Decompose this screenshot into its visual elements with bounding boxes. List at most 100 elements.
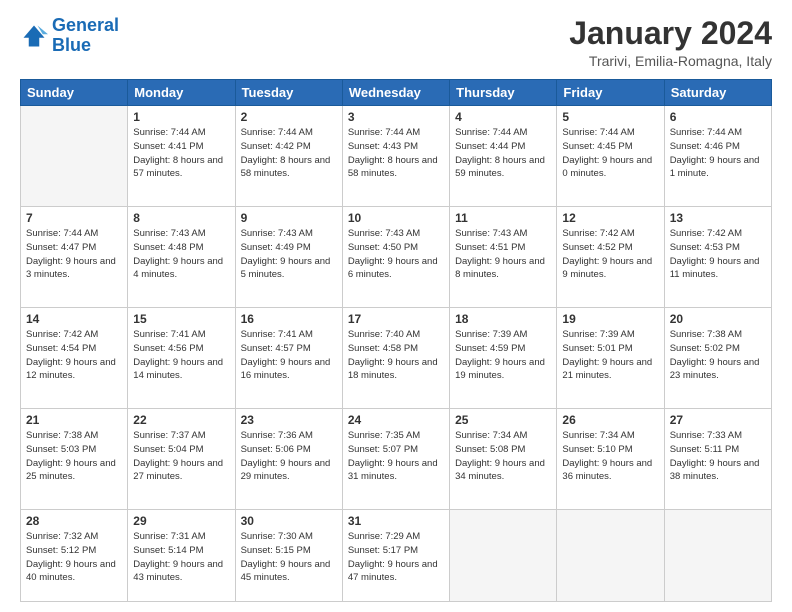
day-number: 15 <box>133 312 229 326</box>
calendar-week-row: 1 Sunrise: 7:44 AMSunset: 4:41 PMDaylight… <box>21 106 772 207</box>
calendar-cell: 17 Sunrise: 7:40 AMSunset: 4:58 PMDayligh… <box>342 308 449 409</box>
day-info: Sunrise: 7:43 AMSunset: 4:51 PMDaylight:… <box>455 227 551 282</box>
day-number: 10 <box>348 211 444 225</box>
day-number: 6 <box>670 110 766 124</box>
day-number: 12 <box>562 211 658 225</box>
calendar-cell <box>664 510 771 602</box>
day-info: Sunrise: 7:40 AMSunset: 4:58 PMDaylight:… <box>348 328 444 383</box>
col-header-tuesday: Tuesday <box>235 80 342 106</box>
logo-general: General <box>52 15 119 35</box>
day-info: Sunrise: 7:34 AMSunset: 5:10 PMDaylight:… <box>562 429 658 484</box>
calendar-cell: 29Sunrise: 7:31 AMSunset: 5:14 PMDayligh… <box>128 510 235 602</box>
day-info: Sunrise: 7:44 AMSunset: 4:43 PMDaylight:… <box>348 126 444 181</box>
day-info: Sunrise: 7:41 AMSunset: 4:56 PMDaylight:… <box>133 328 229 383</box>
logo: General Blue <box>20 16 119 56</box>
day-info: Sunrise: 7:44 AMSunset: 4:46 PMDaylight:… <box>670 126 766 181</box>
day-number: 20 <box>670 312 766 326</box>
calendar-cell: 18 Sunrise: 7:39 AMSunset: 4:59 PMDayligh… <box>450 308 557 409</box>
col-header-sunday: Sunday <box>21 80 128 106</box>
logo-icon <box>20 22 48 50</box>
day-number: 9 <box>241 211 337 225</box>
day-number: 4 <box>455 110 551 124</box>
day-number: 19 <box>562 312 658 326</box>
day-info: Sunrise: 7:39 AMSunset: 5:01 PMDaylight:… <box>562 328 658 383</box>
calendar-cell: 2 Sunrise: 7:44 AMSunset: 4:42 PMDaylight… <box>235 106 342 207</box>
calendar-cell <box>450 510 557 602</box>
day-number: 24 <box>348 413 444 427</box>
calendar-cell: 19 Sunrise: 7:39 AMSunset: 5:01 PMDayligh… <box>557 308 664 409</box>
calendar-cell: 22Sunrise: 7:37 AMSunset: 5:04 PMDayligh… <box>128 409 235 510</box>
day-info: Sunrise: 7:44 AMSunset: 4:41 PMDaylight:… <box>133 126 229 181</box>
calendar-cell: 25Sunrise: 7:34 AMSunset: 5:08 PMDayligh… <box>450 409 557 510</box>
day-number: 3 <box>348 110 444 124</box>
day-info: Sunrise: 7:44 AMSunset: 4:45 PMDaylight:… <box>562 126 658 181</box>
day-number: 26 <box>562 413 658 427</box>
day-info: Sunrise: 7:41 AMSunset: 4:57 PMDaylight:… <box>241 328 337 383</box>
day-number: 28 <box>26 514 122 528</box>
logo-blue: Blue <box>52 35 91 55</box>
day-info: Sunrise: 7:44 AMSunset: 4:42 PMDaylight:… <box>241 126 337 181</box>
calendar-cell: 10 Sunrise: 7:43 AMSunset: 4:50 PMDayligh… <box>342 207 449 308</box>
day-number: 14 <box>26 312 122 326</box>
day-number: 21 <box>26 413 122 427</box>
logo-text: General Blue <box>52 16 119 56</box>
day-info: Sunrise: 7:38 AMSunset: 5:03 PMDaylight:… <box>26 429 122 484</box>
calendar-header-row: SundayMondayTuesdayWednesdayThursdayFrid… <box>21 80 772 106</box>
day-number: 22 <box>133 413 229 427</box>
col-header-monday: Monday <box>128 80 235 106</box>
calendar-week-row: 14Sunrise: 7:42 AMSunset: 4:54 PMDayligh… <box>21 308 772 409</box>
calendar-cell: 12 Sunrise: 7:42 AMSunset: 4:52 PMDayligh… <box>557 207 664 308</box>
day-number: 18 <box>455 312 551 326</box>
calendar-cell: 16Sunrise: 7:41 AMSunset: 4:57 PMDayligh… <box>235 308 342 409</box>
day-number: 31 <box>348 514 444 528</box>
day-info: Sunrise: 7:32 AMSunset: 5:12 PMDaylight:… <box>26 530 122 585</box>
col-header-wednesday: Wednesday <box>342 80 449 106</box>
day-info: Sunrise: 7:38 AMSunset: 5:02 PMDaylight:… <box>670 328 766 383</box>
day-number: 23 <box>241 413 337 427</box>
calendar-week-row: 28 Sunrise: 7:32 AMSunset: 5:12 PMDayligh… <box>21 510 772 602</box>
day-info: Sunrise: 7:43 AMSunset: 4:50 PMDaylight:… <box>348 227 444 282</box>
day-number: 1 <box>133 110 229 124</box>
day-info: Sunrise: 7:33 AMSunset: 5:11 PMDaylight:… <box>670 429 766 484</box>
calendar-cell: 13 Sunrise: 7:42 AMSunset: 4:53 PMDayligh… <box>664 207 771 308</box>
day-number: 13 <box>670 211 766 225</box>
col-header-thursday: Thursday <box>450 80 557 106</box>
day-info: Sunrise: 7:42 AMSunset: 4:53 PMDaylight:… <box>670 227 766 282</box>
calendar-cell: 9 Sunrise: 7:43 AMSunset: 4:49 PMDaylight… <box>235 207 342 308</box>
calendar-cell: 24 Sunrise: 7:35 AMSunset: 5:07 PMDayligh… <box>342 409 449 510</box>
title-block: January 2024 Trarivi, Emilia-Romagna, It… <box>569 16 772 69</box>
calendar-cell: 3 Sunrise: 7:44 AMSunset: 4:43 PMDaylight… <box>342 106 449 207</box>
day-info: Sunrise: 7:35 AMSunset: 5:07 PMDaylight:… <box>348 429 444 484</box>
calendar-cell <box>21 106 128 207</box>
day-info: Sunrise: 7:43 AMSunset: 4:49 PMDaylight:… <box>241 227 337 282</box>
day-number: 27 <box>670 413 766 427</box>
day-number: 11 <box>455 211 551 225</box>
calendar-table: SundayMondayTuesdayWednesdayThursdayFrid… <box>20 79 772 602</box>
calendar-cell: 8Sunrise: 7:43 AMSunset: 4:48 PMDaylight… <box>128 207 235 308</box>
calendar-week-row: 7Sunrise: 7:44 AMSunset: 4:47 PMDaylight… <box>21 207 772 308</box>
calendar-cell: 1 Sunrise: 7:44 AMSunset: 4:41 PMDaylight… <box>128 106 235 207</box>
calendar-cell: 15 Sunrise: 7:41 AMSunset: 4:56 PMDayligh… <box>128 308 235 409</box>
calendar-cell: 5 Sunrise: 7:44 AMSunset: 4:45 PMDaylight… <box>557 106 664 207</box>
calendar-cell: 21 Sunrise: 7:38 AMSunset: 5:03 PMDayligh… <box>21 409 128 510</box>
day-number: 17 <box>348 312 444 326</box>
day-info: Sunrise: 7:43 AMSunset: 4:48 PMDaylight:… <box>133 227 229 282</box>
day-number: 30 <box>241 514 337 528</box>
day-info: Sunrise: 7:31 AMSunset: 5:14 PMDaylight:… <box>133 530 229 585</box>
day-number: 7 <box>26 211 122 225</box>
day-info: Sunrise: 7:36 AMSunset: 5:06 PMDaylight:… <box>241 429 337 484</box>
day-number: 5 <box>562 110 658 124</box>
day-number: 2 <box>241 110 337 124</box>
day-number: 25 <box>455 413 551 427</box>
day-info: Sunrise: 7:29 AMSunset: 5:17 PMDaylight:… <box>348 530 444 585</box>
calendar-cell: 23 Sunrise: 7:36 AMSunset: 5:06 PMDayligh… <box>235 409 342 510</box>
header: General Blue January 2024 Trarivi, Emili… <box>20 16 772 69</box>
calendar-cell: 26 Sunrise: 7:34 AMSunset: 5:10 PMDayligh… <box>557 409 664 510</box>
calendar-cell: 6 Sunrise: 7:44 AMSunset: 4:46 PMDaylight… <box>664 106 771 207</box>
day-info: Sunrise: 7:42 AMSunset: 4:52 PMDaylight:… <box>562 227 658 282</box>
calendar-cell: 31 Sunrise: 7:29 AMSunset: 5:17 PMDayligh… <box>342 510 449 602</box>
day-info: Sunrise: 7:39 AMSunset: 4:59 PMDaylight:… <box>455 328 551 383</box>
calendar-cell <box>557 510 664 602</box>
day-info: Sunrise: 7:30 AMSunset: 5:15 PMDaylight:… <box>241 530 337 585</box>
day-info: Sunrise: 7:44 AMSunset: 4:44 PMDaylight:… <box>455 126 551 181</box>
